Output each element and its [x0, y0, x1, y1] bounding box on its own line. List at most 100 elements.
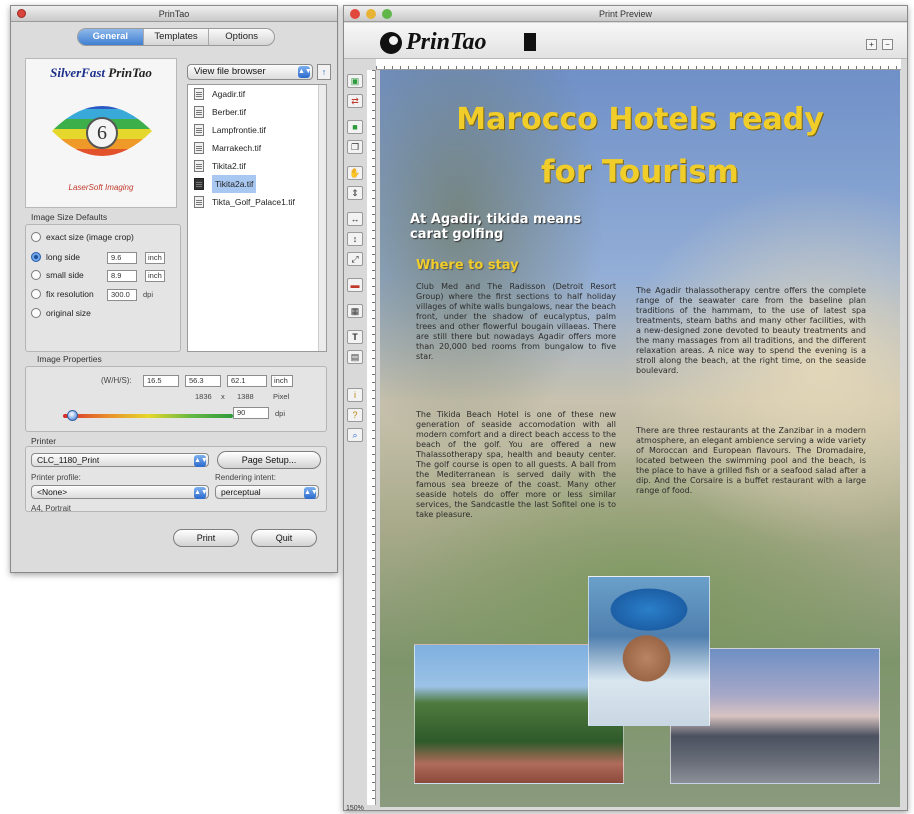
- option-long-side[interactable]: long side: [31, 252, 80, 262]
- tool-distribute-v-icon[interactable]: ↕: [347, 232, 363, 246]
- zoom-in-button[interactable]: −: [882, 39, 893, 50]
- printer-select[interactable]: CLC_1180_Print ▲▼: [31, 453, 209, 467]
- rendering-intent-value: perceptual: [221, 487, 261, 497]
- printao-logo-icon: [380, 31, 402, 54]
- tool-layout-icon[interactable]: ▤: [347, 350, 363, 364]
- tool-palette: ▣ ⇄ ■ ❐ ✋ ⇕ ↔ ↕ ⤢ ▬ ▦ T ▤ i ? ⌕: [345, 66, 365, 766]
- quit-button[interactable]: Quit: [251, 529, 317, 547]
- list-item-selected[interactable]: Tikita2a.tif: [188, 175, 326, 193]
- option-label: original size: [46, 308, 91, 318]
- resolution-field[interactable]: 300.0: [107, 289, 137, 301]
- printer-label: Printer: [31, 436, 57, 446]
- tool-expand-icon[interactable]: ⤢: [347, 252, 363, 266]
- pixel-unit: Pixel: [273, 392, 290, 401]
- tool-help-icon[interactable]: ?: [347, 408, 363, 422]
- tool-fit-icon[interactable]: ▣: [347, 74, 363, 88]
- document-icon[interactable]: [524, 33, 536, 51]
- tool-zoom-icon[interactable]: ⌕: [347, 428, 363, 442]
- rendering-intent-label: Rendering intent:: [215, 473, 276, 482]
- radio-small-side[interactable]: [31, 270, 41, 280]
- page-body-right: The Agadir thalassotherapy centre offers…: [636, 286, 866, 375]
- printao-window: PrinTao General Templates Options Silver…: [10, 5, 338, 573]
- print-preview-window: Print Preview PrinTao + − ▣ ⇄ ■ ❐ ✋ ⇕ ↔ …: [343, 5, 908, 812]
- resolution-slider-knob[interactable]: [66, 410, 78, 421]
- radio-fix-resolution[interactable]: [31, 289, 41, 299]
- tool-align-top-icon[interactable]: ⇕: [347, 186, 363, 200]
- page-subheading: At Agadir, tikida means carat golfing: [410, 212, 581, 242]
- dims-unit[interactable]: inch: [271, 375, 293, 387]
- tool-rotate-icon[interactable]: ⇄: [347, 94, 363, 108]
- desktop: PrinTao General Templates Options Silver…: [0, 0, 914, 814]
- logo-sub: LaserSoft Imaging: [68, 183, 134, 192]
- tab-templates[interactable]: Templates: [144, 29, 210, 45]
- tool-text-icon[interactable]: T: [347, 330, 363, 344]
- page-preview[interactable]: Marocco Hotels ready for Tourism At Agad…: [380, 70, 900, 807]
- list-item[interactable]: Tikita2.tif: [188, 157, 326, 175]
- printer-name: CLC_1180_Print: [37, 455, 100, 465]
- tab-general[interactable]: General: [78, 29, 144, 45]
- list-item[interactable]: Agadir.tif: [188, 85, 326, 103]
- window-title: PrinTao: [158, 9, 190, 19]
- preview-toolbar: PrinTao + −: [344, 23, 907, 59]
- radio-long-side[interactable]: [31, 252, 41, 262]
- file-name: Tikita2.tif: [212, 161, 246, 171]
- option-small-side[interactable]: small side: [31, 270, 84, 280]
- scale-field[interactable]: 62.1: [227, 375, 267, 387]
- page-body-right-2: There are three restaurants at the Zanzi…: [636, 426, 866, 495]
- radio-original-size[interactable]: [31, 308, 41, 318]
- printao-titlebar[interactable]: PrinTao: [11, 6, 337, 22]
- view-file-browser-label: View file browser: [194, 66, 266, 77]
- tool-page-icon[interactable]: ■: [347, 120, 363, 134]
- width-field[interactable]: 16.5: [143, 375, 179, 387]
- option-fix-resolution[interactable]: fix resolution: [31, 289, 94, 299]
- rendering-intent-select[interactable]: perceptual ▲▼: [215, 485, 319, 499]
- option-label: small side: [46, 270, 84, 280]
- list-item[interactable]: Lampfrontie.tif: [188, 121, 326, 139]
- option-label: fix resolution: [46, 289, 94, 299]
- small-side-field[interactable]: 8.9: [107, 270, 137, 282]
- file-icon: [194, 88, 204, 100]
- tool-hand-icon[interactable]: ✋: [347, 166, 363, 180]
- page-setup-button[interactable]: Page Setup...: [217, 451, 321, 469]
- tab-bar: General Templates Options: [77, 28, 275, 46]
- image-properties-label: Image Properties: [37, 354, 102, 364]
- small-side-unit[interactable]: inch: [145, 270, 165, 282]
- minimize-button[interactable]: [366, 9, 376, 19]
- print-button[interactable]: Print: [173, 529, 239, 547]
- file-list-scrollbar[interactable]: [318, 85, 326, 351]
- tool-copy-icon[interactable]: ❐: [347, 140, 363, 154]
- logo-number: 6: [86, 117, 118, 149]
- zoom-level[interactable]: 150%: [346, 805, 364, 812]
- close-button[interactable]: [17, 9, 26, 18]
- zoom-out-button[interactable]: +: [866, 39, 877, 50]
- resolution-slider[interactable]: [63, 414, 233, 418]
- long-side-field[interactable]: 9.6: [107, 252, 137, 264]
- option-original-size[interactable]: original size: [31, 308, 91, 318]
- file-list[interactable]: Agadir.tif Berber.tif Lampfrontie.tif Ma…: [187, 84, 327, 352]
- folder-up-button[interactable]: ↑: [317, 64, 331, 80]
- dpi-unit: dpi: [275, 409, 286, 418]
- zoom-button[interactable]: [382, 9, 392, 19]
- tab-options[interactable]: Options: [209, 29, 274, 45]
- view-file-browser-select[interactable]: View file browser ▲▼: [187, 64, 313, 80]
- height-field[interactable]: 56.3: [185, 375, 221, 387]
- tool-delete-icon[interactable]: ▬: [347, 278, 363, 292]
- list-item[interactable]: Tikta_Golf_Palace1.tif: [188, 193, 326, 211]
- tool-distribute-h-icon[interactable]: ↔: [347, 212, 363, 226]
- page-body-left-2: The Tikida Beach Hotel is one of these n…: [416, 410, 616, 519]
- list-item[interactable]: Berber.tif: [188, 103, 326, 121]
- radio-exact-size[interactable]: [31, 232, 41, 242]
- file-name: Marrakech.tif: [212, 143, 262, 153]
- list-item[interactable]: Marrakech.tif: [188, 139, 326, 157]
- printer-profile-select[interactable]: <None> ▲▼: [31, 485, 209, 499]
- option-exact-size[interactable]: exact size (image crop): [31, 232, 134, 242]
- close-button[interactable]: [350, 9, 360, 19]
- long-side-unit[interactable]: inch: [145, 252, 165, 264]
- dpi-field[interactable]: 90: [233, 407, 269, 419]
- chevron-updown-icon: ▲▼: [194, 455, 208, 467]
- preview-titlebar[interactable]: Print Preview: [344, 6, 907, 22]
- portrait-photo[interactable]: [588, 576, 710, 726]
- tool-info-icon[interactable]: i: [347, 388, 363, 402]
- file-name: Berber.tif: [212, 107, 247, 117]
- tool-grid-icon[interactable]: ▦: [347, 304, 363, 318]
